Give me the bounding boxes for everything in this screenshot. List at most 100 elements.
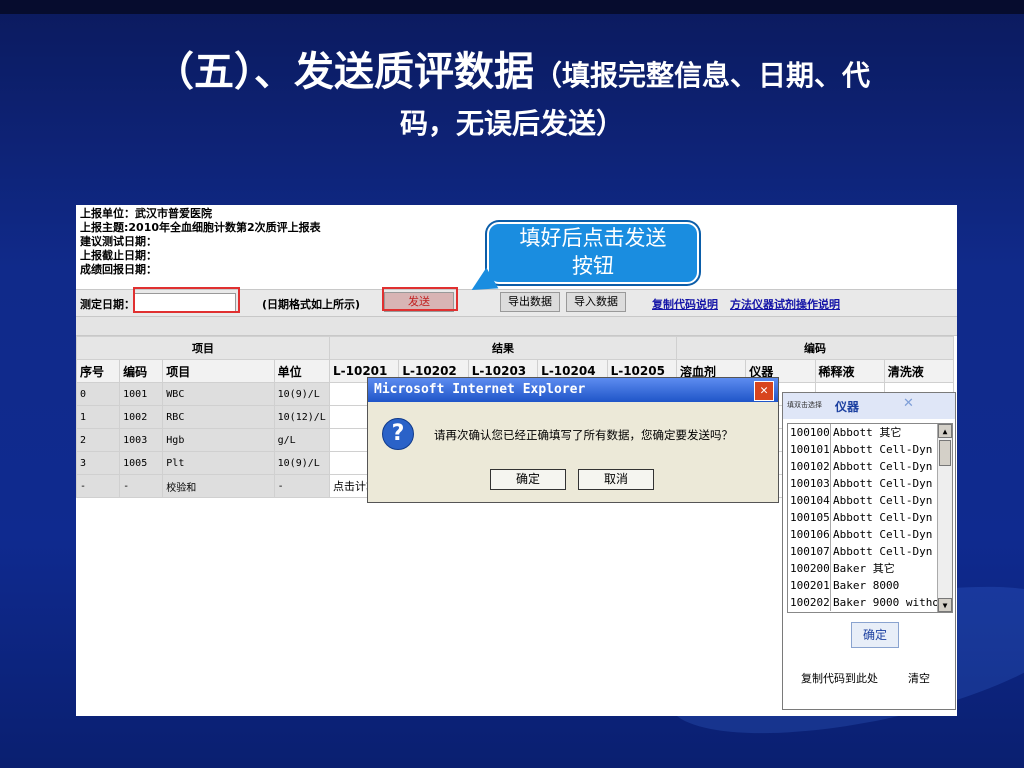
instrument-list-item[interactable]: 100201 Baker 8000 [788, 577, 952, 594]
row-code: - [119, 474, 164, 498]
instrument-list-item[interactable]: 100102 Abbott Cell-Dyn 14 [788, 458, 952, 475]
result-date: 成绩回报日期： [80, 263, 157, 276]
close-icon[interactable]: ✕ [903, 396, 914, 411]
group-result: 结果 [329, 336, 677, 360]
instrument-code: 100103 [790, 475, 831, 492]
picker-header: 填双击选择 仪器 ✕ [783, 393, 955, 419]
row-code: 1001 [119, 382, 164, 406]
copy-code-button[interactable]: 复制代码到此处 [801, 670, 878, 686]
scroll-thumb[interactable] [939, 440, 951, 466]
row-unit: - [273, 474, 331, 498]
row-seq: 1 [76, 405, 121, 429]
list-scrollbar[interactable]: ▲ ▼ [937, 424, 952, 612]
instrument-code: 100105 [790, 509, 831, 526]
row-unit: 10(9)/L [273, 451, 331, 475]
row-code: 1005 [119, 451, 164, 475]
instrument-list-item[interactable]: 100103 Abbott Cell-Dyn 15 [788, 475, 952, 492]
instrument-list[interactable]: 100100 Abbott 其它 100101 Abbott Cell-Dyn 60 1… [787, 423, 953, 613]
row-item: Plt [162, 451, 275, 475]
instrument-code: 100101 [790, 441, 831, 458]
date-highlight [133, 287, 240, 313]
group-code: 编码 [676, 336, 954, 360]
clear-button[interactable]: 清空 [908, 670, 930, 686]
instrument-list-item[interactable]: 100105 Abbott Cell-Dyn 17 [788, 509, 952, 526]
col-item: 项目 [162, 359, 275, 383]
row-item: WBC [162, 382, 275, 406]
row-unit: 10(9)/L [273, 382, 331, 406]
col-code: 编码 [119, 359, 164, 383]
instrument-name: Abbott Cell-Dyn 14 [833, 460, 953, 473]
report-header: 上报单位：武汉市普爱医院 上报主题:2010年全血细胞计数第2次质评上报表 建议… [80, 207, 321, 277]
annotation-callout: 填好后点击发送 按钮 [487, 222, 699, 284]
dialog-titlebar: Microsoft Internet Explorer ✕ [368, 378, 778, 402]
instrument-code: 100102 [790, 458, 831, 475]
instrument-list-item[interactable]: 100104 Abbott Cell-Dyn 16 [788, 492, 952, 509]
picker-title: 仪器 [835, 400, 860, 414]
row-seq: 3 [76, 451, 121, 475]
row-unit: 10(12)/L [273, 405, 331, 429]
send-highlight [382, 287, 458, 311]
callout-line-2: 按钮 [572, 254, 614, 278]
method-help-link[interactable]: 方法仪器试剂操作说明 [730, 296, 840, 312]
report-unit: 上报单位：武汉市普爱医院 [80, 207, 212, 220]
title-note-1: （填报完整信息、日期、代 [533, 59, 870, 92]
instrument-name: Abbott Cell-Dyn 35 [833, 545, 953, 558]
instrument-list-item[interactable]: 100200 Baker 其它 [788, 560, 952, 577]
title-main: （五）、发送质评数据 [153, 49, 534, 95]
instrument-name: Abbott Cell-Dyn 15 [833, 477, 953, 490]
instrument-name: Abbott 其它 [833, 426, 902, 439]
group-item: 项目 [76, 336, 330, 360]
report-topic: 上报主题:2010年全血细胞计数第2次质评上报表 [80, 221, 321, 234]
title-note-2: 码，无误后发送） [399, 107, 624, 140]
spacer-row [76, 317, 957, 336]
dialog-title: Microsoft Internet Explorer [374, 382, 586, 397]
instrument-list-item[interactable]: 100107 Abbott Cell-Dyn 35 [788, 543, 952, 560]
instrument-list-item[interactable]: 100101 Abbott Cell-Dyn 60 [788, 441, 952, 458]
instrument-code: 100100 [790, 424, 831, 441]
row-code: 1002 [119, 405, 164, 429]
instrument-list-item[interactable]: 100106 Abbott Cell-Dyn 30 [788, 526, 952, 543]
instrument-list-item[interactable]: 100202 Baker 9000 without [788, 594, 952, 611]
row-item: RBC [162, 405, 275, 429]
instrument-code: 100202 [790, 594, 831, 611]
cancel-button[interactable]: 取消 [578, 469, 654, 490]
export-button[interactable]: 导出数据 [500, 292, 560, 312]
measure-date-label: 测定日期： [80, 298, 135, 311]
group-header-row: 项目 结果 编码 [76, 336, 954, 360]
date-format-hint: (日期格式如上所示) [262, 298, 361, 311]
col-cleaner: 清洗液 [883, 359, 955, 383]
instrument-name: Baker 8000 [833, 579, 900, 592]
picker-hint: 填双击选择 [787, 401, 822, 409]
ok-button[interactable]: 确定 [490, 469, 566, 490]
row-item: 校验和 [162, 474, 275, 498]
row-item: Hgb [162, 428, 275, 452]
import-button[interactable]: 导入数据 [566, 292, 626, 312]
slide-title: （五）、发送质评数据（填报完整信息、日期、代 码，无误后发送） [40, 50, 984, 146]
col-diluent: 稀释液 [814, 359, 885, 383]
col-seq: 序号 [76, 359, 121, 383]
instrument-name: Abbott Cell-Dyn 17 [833, 511, 953, 524]
scroll-up-icon[interactable]: ▲ [938, 424, 952, 438]
row-unit: g/L [273, 428, 331, 452]
col-unit: 单位 [273, 359, 331, 383]
instrument-code: 100106 [790, 526, 831, 543]
question-icon: ? [382, 418, 414, 450]
picker-ok-button[interactable]: 确定 [851, 622, 899, 648]
copy-code-help-link[interactable]: 复制代码说明 [652, 296, 718, 312]
close-icon[interactable]: ✕ [754, 381, 774, 401]
instrument-code: 100107 [790, 543, 831, 560]
instrument-code: 100201 [790, 577, 831, 594]
instrument-code: 100200 [790, 560, 831, 577]
row-seq: 2 [76, 428, 121, 452]
scroll-down-icon[interactable]: ▼ [938, 598, 952, 612]
instrument-list-item[interactable]: 100100 Abbott 其它 [788, 424, 952, 441]
instrument-name: Baker 其它 [833, 562, 895, 575]
confirm-dialog: Microsoft Internet Explorer ✕ ? 请再次确认您已经… [367, 377, 779, 503]
instrument-name: Abbott Cell-Dyn 16 [833, 494, 953, 507]
instrument-name: Abbott Cell-Dyn 30 [833, 528, 953, 541]
instrument-name: Abbott Cell-Dyn 60 [833, 443, 953, 456]
row-code: 1003 [119, 428, 164, 452]
top-band [0, 0, 1024, 14]
instrument-picker: 填双击选择 仪器 ✕ 100100 Abbott 其它 100101 Abbott C… [782, 392, 956, 710]
suggested-date: 建议测试日期： [80, 235, 157, 248]
